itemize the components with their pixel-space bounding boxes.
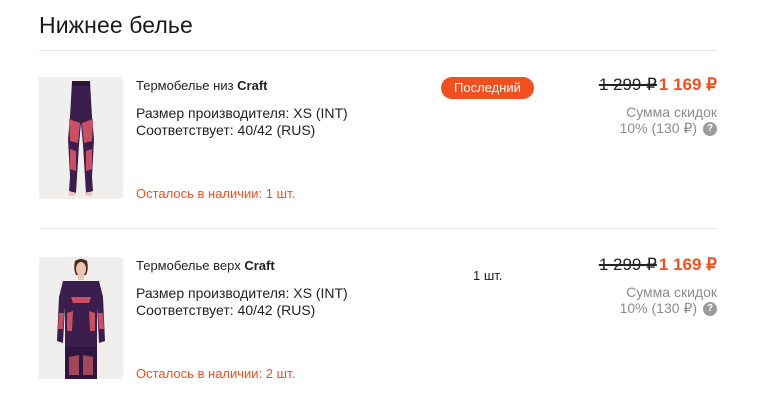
quantity: 1 шт. (473, 268, 503, 283)
product-image[interactable] (39, 257, 123, 379)
discount-value: 10% (130 ₽) (619, 120, 697, 136)
last-item-badge: Последний (441, 77, 534, 99)
manufacturer-size: Размер производителя: XS (INT) (136, 105, 348, 121)
fit-size: Соответствует: 40/42 (RUS) (136, 302, 316, 318)
discount-value: 10% (130 ₽) (619, 300, 697, 316)
section-title: Нижнее белье (39, 12, 193, 38)
new-price: 1 169 ₽ (658, 255, 717, 274)
manufacturer-size: Размер производителя: XS (INT) (136, 285, 348, 301)
product-name[interactable]: Термобелье низ Craft (136, 78, 268, 93)
discount-row: 10% (130 ₽) ? (620, 300, 717, 317)
thermal-leggings-icon (39, 77, 123, 199)
old-price: 1 299 ₽ (598, 75, 657, 94)
discount-row: 10% (130 ₽) ? (620, 120, 717, 137)
discount-label: Сумма скидок (626, 284, 717, 300)
cart-item: Термобелье низ Craft Размер производител… (39, 74, 717, 214)
help-icon[interactable]: ? (703, 121, 717, 136)
discount-label: Сумма скидок (626, 104, 717, 120)
fit-size: Соответствует: 40/42 (RUS) (136, 122, 316, 138)
section-divider (39, 50, 717, 51)
price: 1 299 ₽1 169 ₽ (599, 255, 717, 275)
cart-item: Термобелье верх Craft Размер производите… (39, 254, 717, 394)
old-price: 1 299 ₽ (598, 255, 657, 274)
product-image[interactable] (39, 77, 123, 199)
price: 1 299 ₽1 169 ₽ (599, 75, 717, 95)
product-name[interactable]: Термобелье верх Craft (136, 258, 275, 273)
product-brand: Craft (237, 78, 268, 93)
thermal-top-icon (39, 257, 123, 379)
item-divider (39, 228, 717, 229)
help-icon[interactable]: ? (703, 301, 717, 316)
stock-remaining: Осталось в наличии: 2 шт. (136, 366, 296, 381)
stock-remaining: Осталось в наличии: 1 шт. (136, 186, 296, 201)
product-brand: Craft (244, 258, 275, 273)
new-price: 1 169 ₽ (658, 75, 717, 94)
